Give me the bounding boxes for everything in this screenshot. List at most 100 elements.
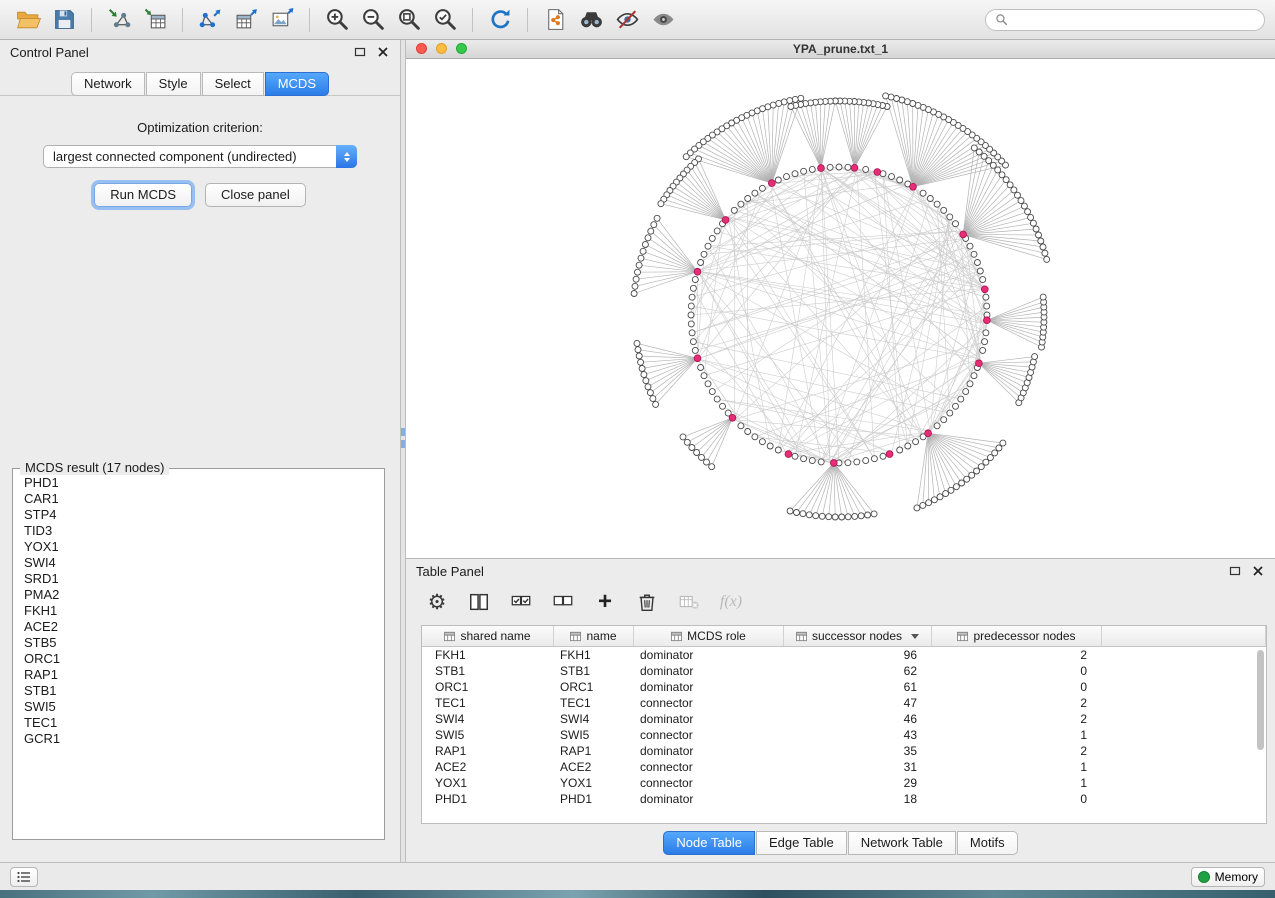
table-row[interactable]: ORC1ORC1dominator610 xyxy=(422,679,1266,695)
network-window-titlebar[interactable]: YPA_prune.txt_1 xyxy=(406,40,1275,59)
mcds-result-item[interactable]: PMA2 xyxy=(15,587,382,603)
unselect-all-columns-button[interactable] xyxy=(550,589,576,615)
delete-table-button[interactable] xyxy=(676,589,702,615)
mcds-result-item[interactable]: SWI5 xyxy=(15,699,382,715)
zoom-fit-icon xyxy=(397,7,422,32)
mcds-result-item[interactable]: TID3 xyxy=(15,523,382,539)
splitter-handle-icon[interactable] xyxy=(401,428,405,436)
table-row[interactable]: SWI5SWI5connector431 xyxy=(422,727,1266,743)
table-row[interactable]: STB1STB1dominator620 xyxy=(422,663,1266,679)
export-table-button[interactable] xyxy=(228,4,264,36)
mcds-result-item[interactable]: TEC1 xyxy=(15,715,382,731)
application-window: Control Panel Network Style Select MCDS … xyxy=(0,0,1275,898)
select-all-columns-button[interactable] xyxy=(508,589,534,615)
show-columns-button[interactable] xyxy=(466,589,492,615)
table-row[interactable]: TEC1TEC1connector472 xyxy=(422,695,1266,711)
show-panels-button[interactable] xyxy=(10,867,38,887)
mcds-result-item[interactable]: ORC1 xyxy=(15,651,382,667)
tab-node-table[interactable]: Node Table xyxy=(663,831,755,855)
network-canvas[interactable] xyxy=(406,59,1275,558)
mcds-result-item[interactable]: FKH1 xyxy=(15,603,382,619)
table-row[interactable]: PHD1PHD1dominator180 xyxy=(422,791,1266,807)
table-settings-button[interactable]: ⚙ xyxy=(424,589,450,615)
float-panel-button[interactable] xyxy=(352,45,367,60)
tab-select[interactable]: Select xyxy=(202,72,264,96)
table-scrollbar[interactable] xyxy=(1256,648,1265,821)
close-icon xyxy=(1252,565,1264,577)
function-builder-button[interactable]: f(x) xyxy=(718,589,744,615)
zoom-fit-button[interactable] xyxy=(391,4,427,36)
mcds-result-item[interactable]: STB5 xyxy=(15,635,382,651)
window-maximize-button[interactable] xyxy=(456,43,467,54)
tab-network-table[interactable]: Network Table xyxy=(848,831,956,855)
apply-layout-button[interactable] xyxy=(482,4,518,36)
table-row[interactable]: SWI4SWI4dominator462 xyxy=(422,711,1266,727)
search-box[interactable] xyxy=(985,9,1265,31)
search-input[interactable] xyxy=(1013,12,1255,28)
tab-edge-table[interactable]: Edge Table xyxy=(756,831,847,855)
column-header-shared-name[interactable]: shared name xyxy=(422,626,554,646)
mcds-result-list[interactable]: PHD1 CAR1 STP4 TID3 YOX1 SWI4 SRD1 PMA2 … xyxy=(15,475,382,837)
zoom-selected-button[interactable] xyxy=(427,4,463,36)
mcds-result-item[interactable]: SWI4 xyxy=(15,555,382,571)
criterion-select[interactable]: largest connected component (undirected) xyxy=(43,145,357,168)
sort-caret-icon xyxy=(911,634,919,639)
tab-network[interactable]: Network xyxy=(71,72,145,96)
table-row[interactable]: YOX1YOX1connector291 xyxy=(422,775,1266,791)
mcds-result-item[interactable]: STP4 xyxy=(15,507,382,523)
clone-network-button[interactable] xyxy=(537,4,573,36)
criterion-select-value: largest connected component (undirected) xyxy=(53,149,297,164)
tab-mcds[interactable]: MCDS xyxy=(265,72,329,96)
mcds-result-item[interactable]: YOX1 xyxy=(15,539,382,555)
close-panel-x-button[interactable] xyxy=(375,45,390,60)
memory-button[interactable]: Memory xyxy=(1191,867,1265,887)
scrollbar-thumb[interactable] xyxy=(1257,650,1264,750)
column-type-icon xyxy=(796,631,807,642)
window-minimize-button[interactable] xyxy=(436,43,447,54)
close-table-panel-button[interactable] xyxy=(1250,564,1265,579)
float-table-panel-button[interactable] xyxy=(1227,564,1242,579)
mcds-result-title: MCDS result (17 nodes) xyxy=(20,460,169,475)
mcds-result-item[interactable]: SRD1 xyxy=(15,571,382,587)
splitter-handle-icon[interactable] xyxy=(401,440,405,448)
mcds-result-item[interactable]: ACE2 xyxy=(15,619,382,635)
column-header-predecessor-nodes[interactable]: predecessor nodes xyxy=(932,626,1102,646)
delete-column-button[interactable] xyxy=(634,589,660,615)
column-header-mcds-role[interactable]: MCDS role xyxy=(634,626,784,646)
toolbar-separator xyxy=(309,8,310,32)
tab-motifs[interactable]: Motifs xyxy=(957,831,1018,855)
mcds-result-item[interactable]: RAP1 xyxy=(15,667,382,683)
graphics-details-button[interactable] xyxy=(609,4,645,36)
create-column-button[interactable]: + xyxy=(592,589,618,615)
export-network-button[interactable] xyxy=(192,4,228,36)
toolbar-separator xyxy=(91,8,92,32)
table-row[interactable]: RAP1RAP1dominator352 xyxy=(422,743,1266,759)
close-icon xyxy=(377,46,389,58)
zoom-in-button[interactable] xyxy=(319,4,355,36)
network-graph[interactable] xyxy=(406,59,1275,558)
column-header-successor-nodes[interactable]: successor nodes xyxy=(784,626,932,646)
mcds-result-item[interactable]: PHD1 xyxy=(15,475,382,491)
import-network-button[interactable] xyxy=(101,4,137,36)
save-session-button[interactable] xyxy=(46,4,82,36)
window-close-button[interactable] xyxy=(416,43,427,54)
export-image-button[interactable] xyxy=(264,4,300,36)
tab-style[interactable]: Style xyxy=(146,72,201,96)
zoom-out-button[interactable] xyxy=(355,4,391,36)
export-network-icon xyxy=(198,7,223,32)
mcds-result-item[interactable]: STB1 xyxy=(15,683,382,699)
first-neighbors-button[interactable] xyxy=(573,4,609,36)
import-table-button[interactable] xyxy=(137,4,173,36)
table-row[interactable]: FKH1FKH1dominator962 xyxy=(422,647,1266,663)
column-header-name[interactable]: name xyxy=(554,626,634,646)
table-toolbar: ⚙ + f(x) xyxy=(406,583,1275,621)
show-hide-button[interactable] xyxy=(645,4,681,36)
mcds-result-item[interactable]: GCR1 xyxy=(15,731,382,747)
run-mcds-button[interactable]: Run MCDS xyxy=(94,183,192,207)
table-row[interactable]: ACE2ACE2connector311 xyxy=(422,759,1266,775)
mcds-result-item[interactable]: CAR1 xyxy=(15,491,382,507)
column-type-icon xyxy=(957,631,968,642)
zoom-selected-icon xyxy=(433,7,458,32)
close-panel-button[interactable]: Close panel xyxy=(205,183,306,207)
open-file-button[interactable] xyxy=(10,4,46,36)
